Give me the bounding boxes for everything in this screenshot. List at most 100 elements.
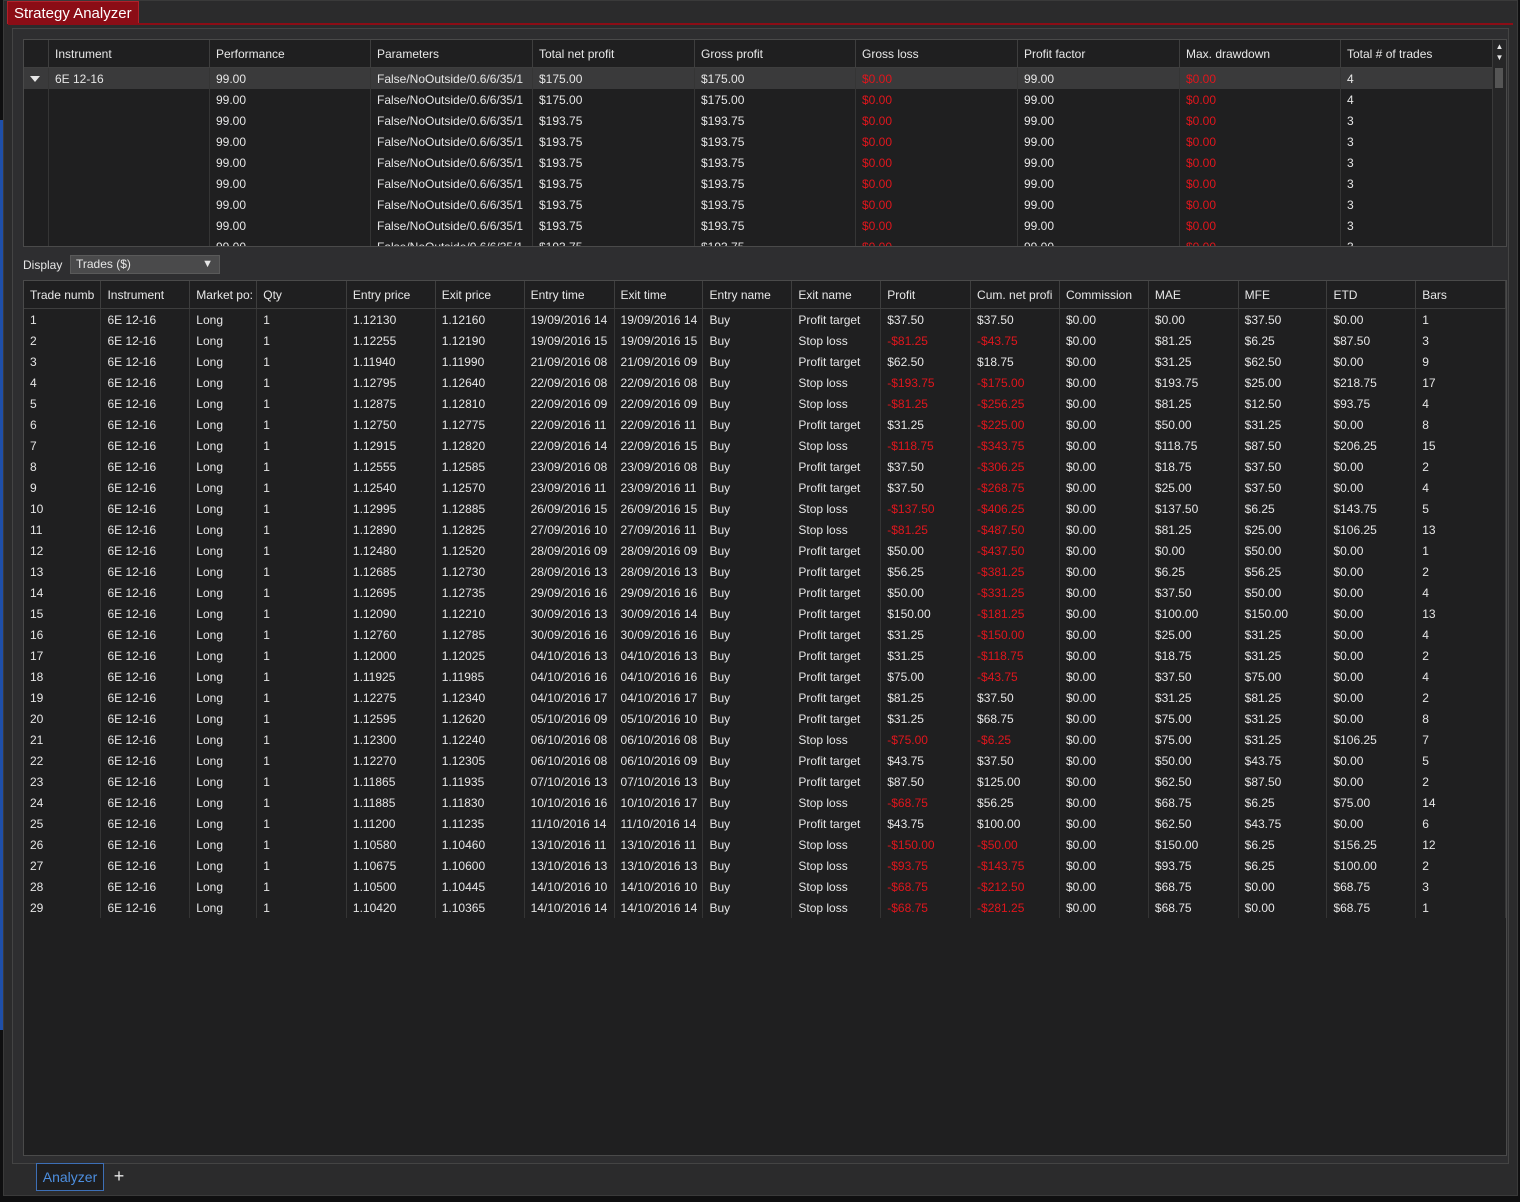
table-row[interactable]: 27 6E 12-16 Long 1 1.10675 1.10600 13/10/2016 … bbox=[24, 855, 1506, 876]
table-row[interactable]: 99.00 False/NoOutside/0.6/6/35/1 $193.75 $1… bbox=[24, 131, 1503, 152]
column-header[interactable]: Bars bbox=[1415, 281, 1506, 309]
column-header[interactable]: Total net profit bbox=[532, 40, 695, 68]
table-cell: 1.12820 bbox=[435, 435, 525, 456]
table-row[interactable]: 28 6E 12-16 Long 1 1.10500 1.10445 14/10/2016 … bbox=[24, 876, 1506, 897]
table-cell: Profit target bbox=[791, 456, 882, 477]
table-row[interactable]: 99.00 False/NoOutside/0.6/6/35/1 $193.75 $1… bbox=[24, 236, 1503, 246]
column-header[interactable]: Qty bbox=[256, 281, 347, 309]
table-row[interactable]: 24 6E 12-16 Long 1 1.11885 1.11830 10/10/2016 … bbox=[24, 792, 1506, 813]
table-row[interactable]: 11 6E 12-16 Long 1 1.12890 1.12825 27/09/2016 … bbox=[24, 519, 1506, 540]
table-row[interactable]: 4 6E 12-16 Long 1 1.12795 1.12640 22/09/2016 0… bbox=[24, 372, 1506, 393]
window-title[interactable]: Strategy Analyzer bbox=[7, 1, 139, 24]
expand-triangle-icon[interactable] bbox=[30, 76, 40, 83]
table-cell: False/NoOutside/0.6/6/35/1 bbox=[370, 194, 533, 215]
scroll-up-icon[interactable]: ▲ bbox=[1493, 42, 1506, 52]
display-dropdown[interactable]: Trades ($) ▼ bbox=[70, 255, 220, 274]
table-row[interactable]: 5 6E 12-16 Long 1 1.12875 1.12810 22/09/2016 0… bbox=[24, 393, 1506, 414]
table-row[interactable]: 13 6E 12-16 Long 1 1.12685 1.12730 28/09/2016 … bbox=[24, 561, 1506, 582]
column-header[interactable]: Parameters bbox=[370, 40, 533, 68]
column-header[interactable]: Exit time bbox=[614, 281, 704, 309]
optimization-scrollbar[interactable]: ▲ ▼ bbox=[1492, 40, 1506, 246]
table-cell: Long bbox=[189, 645, 258, 666]
table-row[interactable]: 6 6E 12-16 Long 1 1.12750 1.12775 22/09/2016 1… bbox=[24, 414, 1506, 435]
table-cell: $0.00 bbox=[1179, 152, 1341, 173]
table-row[interactable]: 99.00 False/NoOutside/0.6/6/35/1 $193.75 $1… bbox=[24, 194, 1503, 215]
table-cell: $6.25 bbox=[1238, 330, 1328, 351]
column-header[interactable]: Profit bbox=[880, 281, 972, 309]
table-cell: 6E 12-16 bbox=[100, 561, 191, 582]
column-header[interactable]: Exit price bbox=[435, 281, 525, 309]
table-cell: $0.00 bbox=[1059, 330, 1149, 351]
column-header[interactable]: Market po: bbox=[189, 281, 258, 309]
table-row[interactable]: 99.00 False/NoOutside/0.6/6/35/1 $193.75 $1… bbox=[24, 215, 1503, 236]
table-cell: Stop loss bbox=[791, 372, 882, 393]
table-cell: Buy bbox=[702, 729, 793, 750]
table-row[interactable]: 22 6E 12-16 Long 1 1.12270 1.12305 06/10/2016 … bbox=[24, 750, 1506, 771]
table-row[interactable]: 7 6E 12-16 Long 1 1.12915 1.12820 22/09/2016 1… bbox=[24, 435, 1506, 456]
column-header[interactable]: Entry price bbox=[346, 281, 436, 309]
table-cell: 1 bbox=[256, 308, 347, 330]
table-cell: Buy bbox=[702, 834, 793, 855]
table-cell: $87.50 bbox=[1238, 771, 1328, 792]
table-row[interactable]: 21 6E 12-16 Long 1 1.12300 1.12240 06/10/2016 … bbox=[24, 729, 1506, 750]
column-header[interactable]: Gross loss bbox=[855, 40, 1018, 68]
table-row[interactable]: 14 6E 12-16 Long 1 1.12695 1.12735 29/09/2016 … bbox=[24, 582, 1506, 603]
column-header[interactable]: Instrument bbox=[48, 40, 210, 68]
table-row[interactable]: 16 6E 12-16 Long 1 1.12760 1.12785 30/09/2016 … bbox=[24, 624, 1506, 645]
table-cell: 99.00 bbox=[1017, 152, 1180, 173]
scroll-thumb[interactable] bbox=[1495, 68, 1503, 88]
table-row[interactable]: 23 6E 12-16 Long 1 1.11865 1.11935 07/10/2016 … bbox=[24, 771, 1506, 792]
table-cell: 1.12000 bbox=[346, 645, 436, 666]
table-row[interactable]: 26 6E 12-16 Long 1 1.10580 1.10460 13/10/2016 … bbox=[24, 834, 1506, 855]
column-header[interactable]: Performance bbox=[209, 40, 371, 68]
table-row[interactable]: 99.00 False/NoOutside/0.6/6/35/1 $193.75 $1… bbox=[24, 173, 1503, 194]
add-tab-icon[interactable]: + bbox=[110, 1167, 128, 1185]
table-row[interactable]: 3 6E 12-16 Long 1 1.11940 1.11990 21/09/2016 0… bbox=[24, 351, 1506, 372]
table-row[interactable]: 99.00 False/NoOutside/0.6/6/35/1 $175.00 $1… bbox=[24, 89, 1503, 110]
table-row[interactable]: 20 6E 12-16 Long 1 1.12595 1.12620 05/10/2016 … bbox=[24, 708, 1506, 729]
column-header[interactable]: Entry name bbox=[702, 281, 793, 309]
column-header[interactable]: ETD bbox=[1326, 281, 1417, 309]
table-cell: Stop loss bbox=[791, 393, 882, 414]
tab-analyzer[interactable]: Analyzer bbox=[36, 1163, 104, 1191]
column-header[interactable]: Commission bbox=[1059, 281, 1149, 309]
column-header[interactable]: Instrument bbox=[100, 281, 191, 309]
column-header[interactable]: Cum. net profi bbox=[970, 281, 1060, 309]
table-row[interactable]: 6E 12-16 99.00 False/NoOutside/0.6/6/35/1 $… bbox=[24, 67, 1503, 89]
scroll-down-icon[interactable]: ▼ bbox=[1493, 53, 1506, 63]
column-header[interactable]: MFE bbox=[1238, 281, 1328, 309]
table-row[interactable]: 99.00 False/NoOutside/0.6/6/35/1 $193.75 $1… bbox=[24, 110, 1503, 131]
table-row[interactable]: 9 6E 12-16 Long 1 1.12540 1.12570 23/09/2016 1… bbox=[24, 477, 1506, 498]
column-header[interactable]: MAE bbox=[1148, 281, 1239, 309]
column-header[interactable]: Total # of trades bbox=[1340, 40, 1503, 68]
column-header[interactable]: Profit factor bbox=[1017, 40, 1180, 68]
column-header[interactable]: Entry time bbox=[524, 281, 615, 309]
table-cell: 04/10/2016 13 bbox=[614, 645, 704, 666]
table-row[interactable]: 29 6E 12-16 Long 1 1.10420 1.10365 14/10/2016 … bbox=[24, 897, 1506, 918]
table-row[interactable]: 25 6E 12-16 Long 1 1.11200 1.11235 11/10/2016 … bbox=[24, 813, 1506, 834]
table-cell: 06/10/2016 08 bbox=[524, 750, 615, 771]
column-header[interactable]: Exit name bbox=[791, 281, 882, 309]
table-row[interactable]: 15 6E 12-16 Long 1 1.12090 1.12210 30/09/2016 … bbox=[24, 603, 1506, 624]
table-cell: 99.00 bbox=[1017, 110, 1180, 131]
table-row[interactable]: 17 6E 12-16 Long 1 1.12000 1.12025 04/10/2016 … bbox=[24, 645, 1506, 666]
table-cell: Long bbox=[189, 308, 258, 330]
column-header[interactable]: Trade numb bbox=[24, 281, 102, 309]
table-cell: $193.75 bbox=[694, 152, 856, 173]
table-cell: Long bbox=[189, 372, 258, 393]
table-row[interactable]: 8 6E 12-16 Long 1 1.12555 1.12585 23/09/2016 0… bbox=[24, 456, 1506, 477]
table-cell: 4 bbox=[1340, 89, 1503, 110]
table-cell: 3 bbox=[1340, 152, 1503, 173]
table-row[interactable]: 1 6E 12-16 Long 1 1.12130 1.12160 19/09/2016 1… bbox=[24, 308, 1506, 330]
table-row[interactable]: 18 6E 12-16 Long 1 1.11925 1.11985 04/10/2016 … bbox=[24, 666, 1506, 687]
table-row[interactable]: 12 6E 12-16 Long 1 1.12480 1.12520 28/09/2016 … bbox=[24, 540, 1506, 561]
table-cell: 9 bbox=[24, 477, 102, 498]
table-cell: $0.00 bbox=[1059, 540, 1149, 561]
table-row[interactable]: 10 6E 12-16 Long 1 1.12995 1.12885 26/09/2016 … bbox=[24, 498, 1506, 519]
table-row[interactable]: 2 6E 12-16 Long 1 1.12255 1.12190 19/09/2016 1… bbox=[24, 330, 1506, 351]
table-cell: 1 bbox=[256, 729, 347, 750]
column-header[interactable]: Gross profit bbox=[694, 40, 856, 68]
column-header[interactable]: Max. drawdown bbox=[1179, 40, 1341, 68]
table-row[interactable]: 99.00 False/NoOutside/0.6/6/35/1 $193.75 $1… bbox=[24, 152, 1503, 173]
table-row[interactable]: 19 6E 12-16 Long 1 1.12275 1.12340 04/10/2016 … bbox=[24, 687, 1506, 708]
